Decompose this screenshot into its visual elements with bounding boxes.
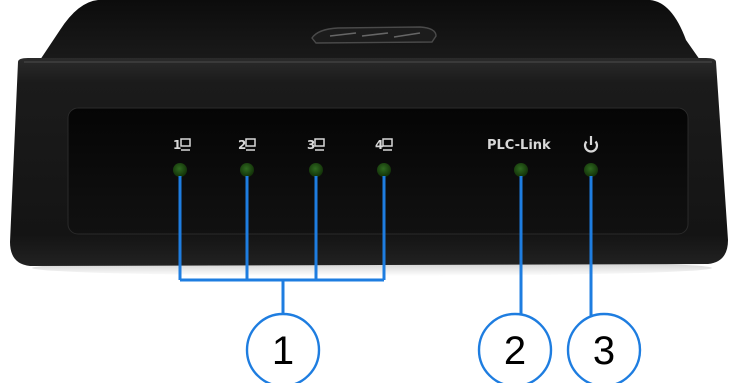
plc-link-label: PLC-Link [487,138,551,153]
callout-1-number: 1 [272,329,294,373]
led-4-label: 4 [375,138,383,152]
led-3 [309,163,323,177]
callout-1: 1 [245,312,321,383]
led-2 [240,163,254,177]
callout-3-number: 3 [593,329,615,373]
callout-2-number: 2 [504,329,526,373]
led-1 [173,163,187,177]
device-logo [311,26,437,44]
device-illustration: 1 2 3 4 PLC-Link 1 2 3 [10,0,728,383]
led-3-label: 3 [307,138,315,152]
led-4 [377,163,391,177]
callout-3: 3 [566,312,642,383]
led-2-label: 2 [238,138,246,152]
led-power [584,163,598,177]
led-plc-link [514,163,528,177]
callout-2: 2 [477,312,553,383]
led-1-label: 1 [173,138,181,152]
